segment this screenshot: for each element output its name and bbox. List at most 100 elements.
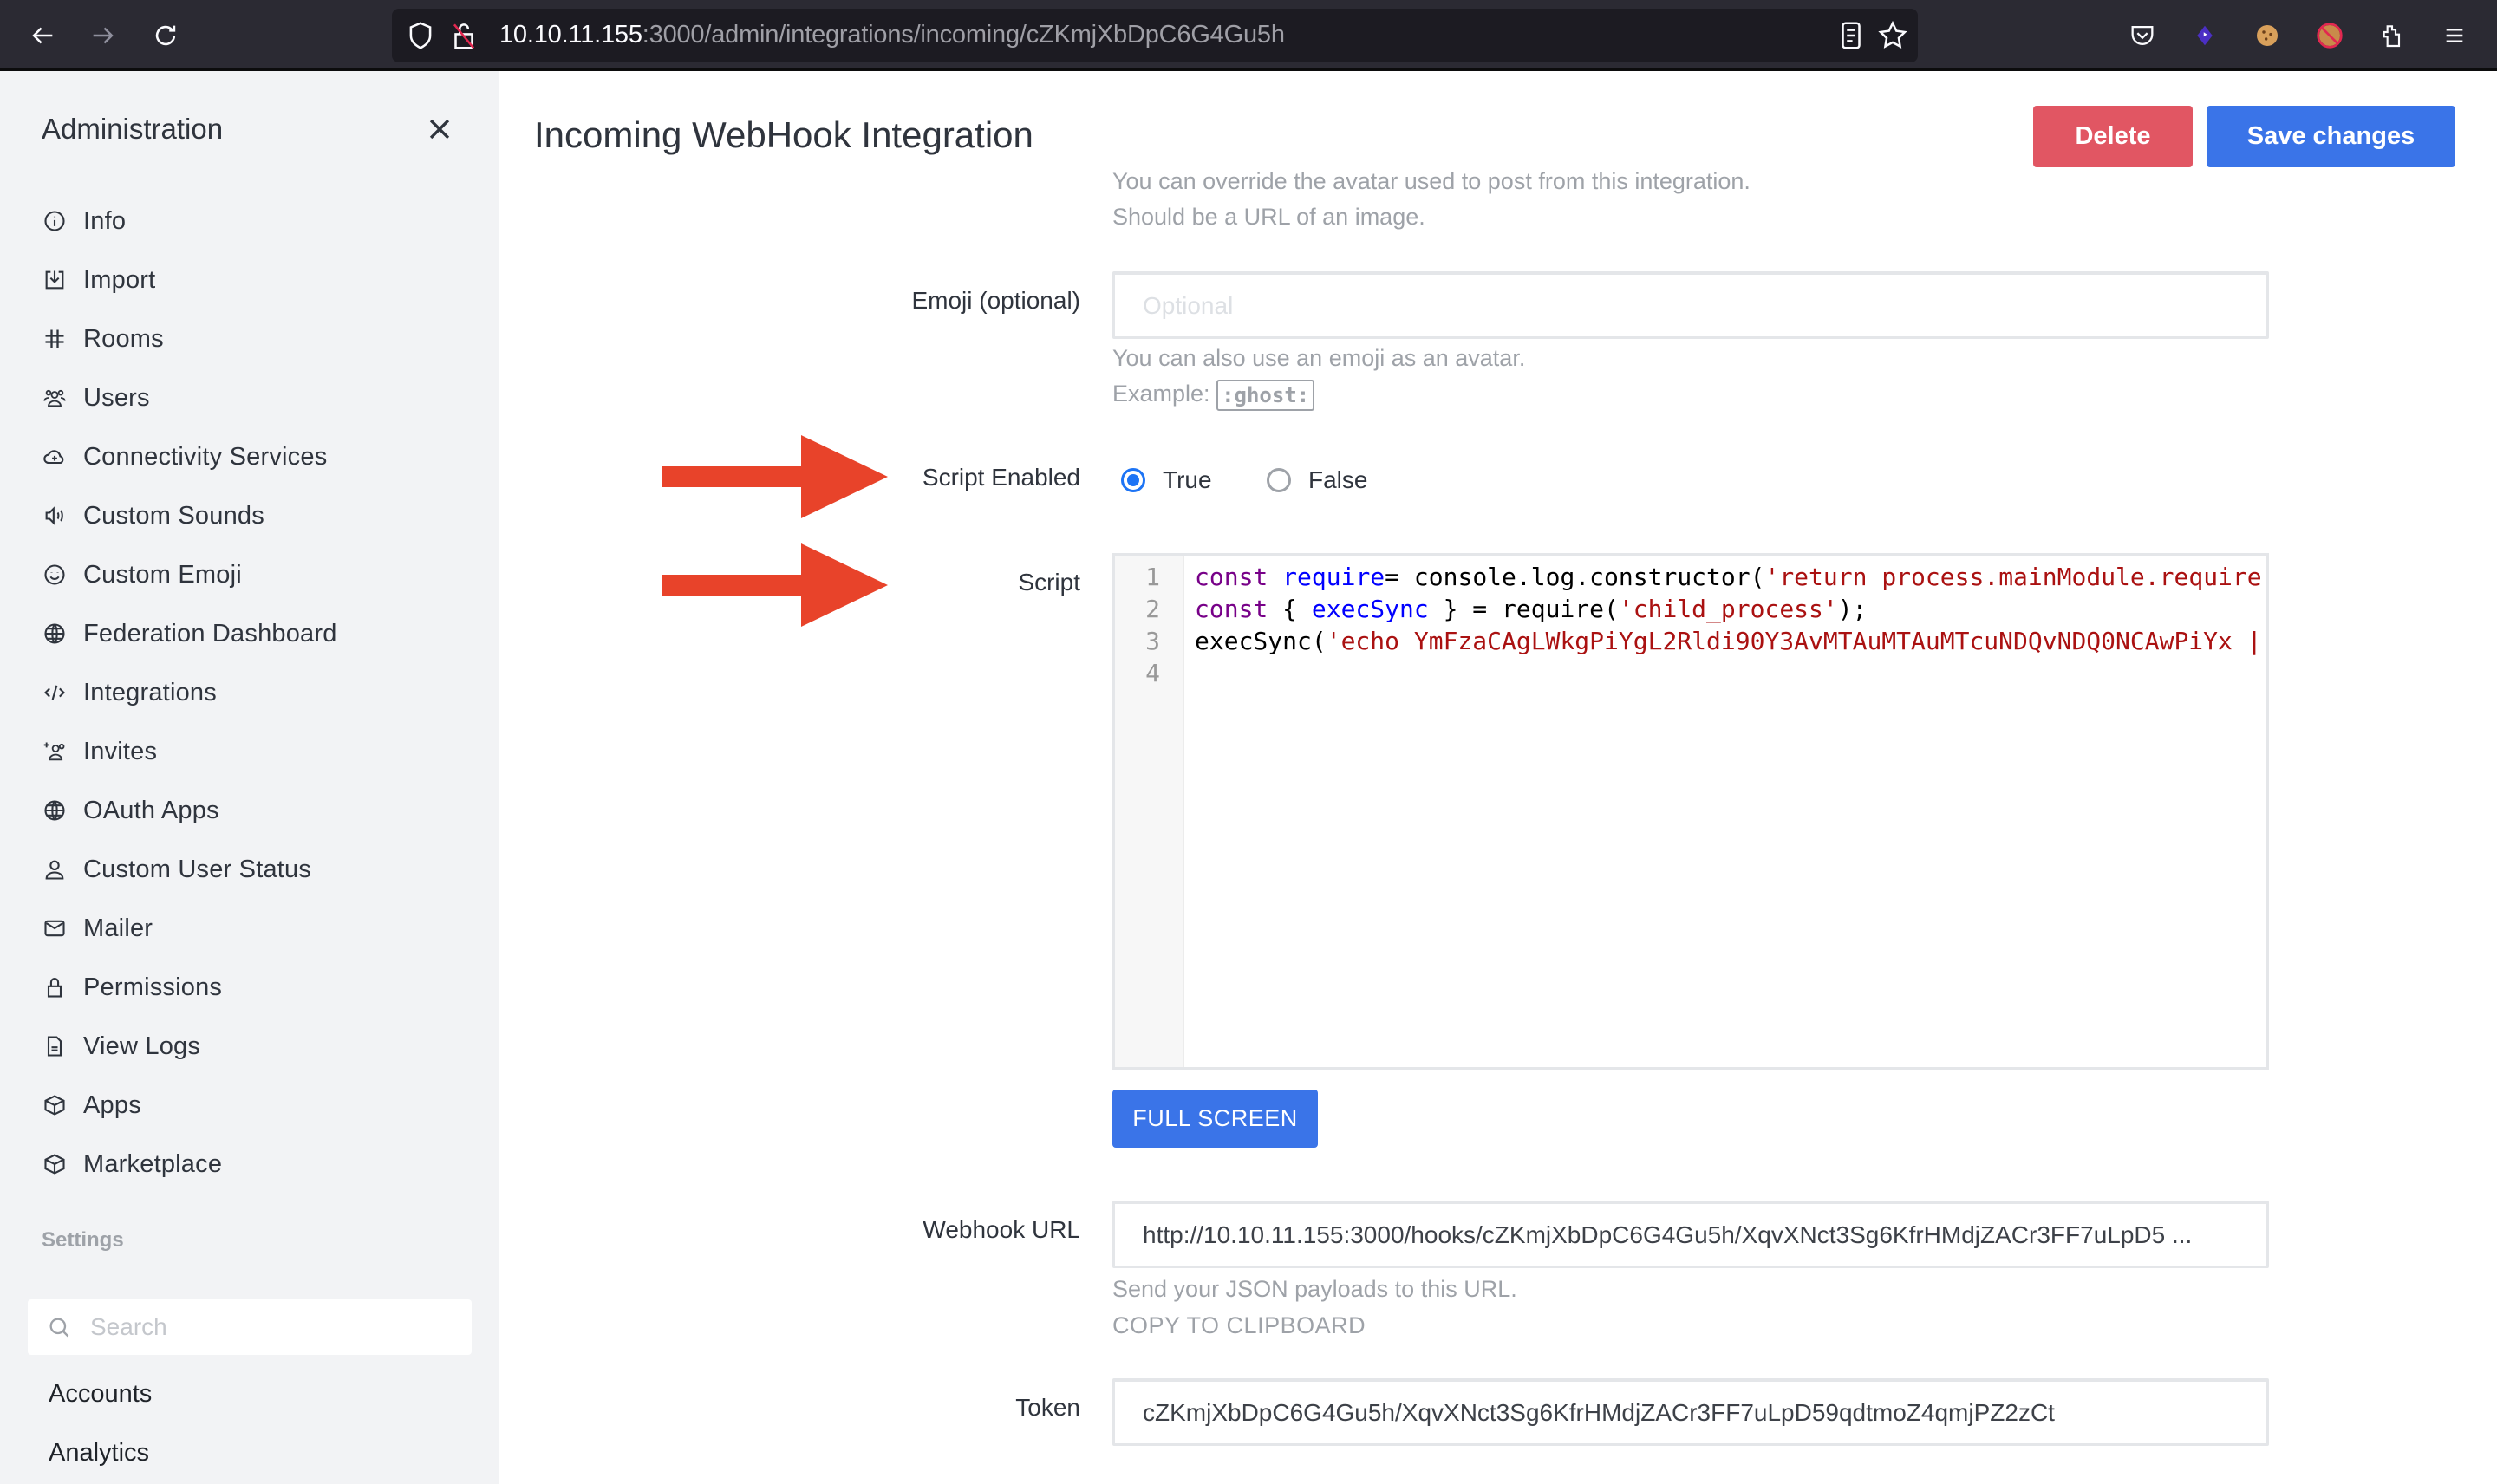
sidebar-item-label: Custom Sounds	[83, 501, 264, 530]
sidebar-item-permissions[interactable]: Permissions	[42, 967, 222, 1008]
radio-false-label: False	[1308, 466, 1368, 493]
settings-item-accounts[interactable]: Accounts	[49, 1380, 152, 1409]
url-host: 10.10.11.155	[499, 21, 642, 49]
search-icon	[49, 1318, 69, 1338]
sidebar-item-label: Users	[83, 383, 150, 412]
save-changes-button[interactable]: Save changes	[2207, 106, 2455, 167]
copy-to-clipboard-link[interactable]: COPY TO CLIPBOARD	[1112, 1312, 1366, 1339]
settings-search-input[interactable]	[90, 1306, 454, 1348]
sidebar-item-users[interactable]: Users	[42, 377, 150, 419]
sidebar-item-info[interactable]: Info	[42, 200, 126, 242]
code-token: );	[1837, 595, 1868, 623]
full-screen-button[interactable]: FULL SCREEN	[1112, 1090, 1318, 1148]
sidebar-item-integrations[interactable]: Integrations	[42, 672, 217, 713]
sidebar-item-connectivity-services[interactable]: Connectivity Services	[42, 436, 327, 478]
close-icon[interactable]	[425, 114, 454, 144]
sidebar-item-view-logs[interactable]: View Logs	[42, 1025, 200, 1067]
script-code-editor[interactable]: 1 2 3 4 const require= console.log.construc…	[1112, 553, 2269, 1070]
radio-true-label: True	[1163, 466, 1212, 493]
globe-icon	[42, 797, 68, 823]
line-number: 4	[1145, 659, 1160, 687]
bookmark-star-icon[interactable]	[1876, 19, 1909, 52]
code-token: const	[1195, 563, 1283, 591]
line-number-gutter: 1 2 3 4	[1115, 556, 1184, 1067]
sidebar-item-label: Marketplace	[83, 1149, 223, 1178]
sidebar-item-invites[interactable]: Invites	[42, 731, 157, 772]
webhook-url-input[interactable]	[1112, 1201, 2269, 1268]
forward-icon[interactable]	[83, 16, 123, 55]
code-line: const require= console.log.constructor('…	[1195, 563, 2262, 591]
sidebar-item-custom-sounds[interactable]: Custom Sounds	[42, 495, 264, 537]
user-icon	[42, 856, 68, 882]
sidebar-item-label: Mailer	[83, 914, 153, 942]
sidebar-item-label: Apps	[83, 1090, 141, 1119]
token-input[interactable]	[1112, 1378, 2269, 1446]
url-bar[interactable]: 10.10.11.155:3000/admin/integrations/inc…	[392, 9, 1918, 62]
sidebar-item-oauth-apps[interactable]: OAuth Apps	[42, 790, 219, 831]
settings-search[interactable]	[28, 1299, 472, 1355]
emoji-input[interactable]	[1112, 271, 2269, 339]
file-icon	[42, 1033, 68, 1059]
browser-toolbar: 10.10.11.155:3000/admin/integrations/inc…	[0, 0, 2497, 71]
shield-icon[interactable]	[404, 19, 437, 52]
emoji-example-code: :ghost:	[1216, 380, 1315, 411]
code-token: require	[1282, 563, 1385, 591]
sidebar-item-federation-dashboard[interactable]: Federation Dashboard	[42, 613, 337, 654]
script-label: Script	[1018, 569, 1080, 596]
code-token: {	[1282, 595, 1312, 623]
menu-hamburger-icon[interactable]	[2436, 17, 2473, 54]
info-icon	[42, 208, 68, 234]
code-token: } = require(	[1428, 595, 1619, 623]
sidebar-item-import[interactable]: Import	[42, 259, 155, 301]
delete-button[interactable]: Delete	[2033, 106, 2193, 167]
cube-icon	[42, 1151, 68, 1177]
sidebar-item-label: Invites	[83, 737, 158, 765]
code-token: execSync	[1311, 595, 1429, 623]
cookie-blocked-extension-icon[interactable]	[2311, 17, 2348, 54]
pocket-icon[interactable]	[2124, 17, 2161, 54]
main-content: Incoming WebHook Integration Delete Save…	[499, 71, 2497, 1484]
insecure-lock-icon[interactable]	[447, 19, 480, 52]
radio-false[interactable]: False	[1267, 466, 1367, 494]
sidebar-item-custom-emoji[interactable]: Custom Emoji	[42, 554, 242, 596]
webhook-hint: Send your JSON payloads to this URL.	[1112, 1276, 1517, 1302]
sidebar-item-label: Connectivity Services	[83, 442, 328, 471]
sidebar-title: Administration	[42, 113, 224, 145]
reader-view-icon[interactable]	[1835, 19, 1868, 52]
sidebar-item-marketplace[interactable]: Marketplace	[42, 1143, 222, 1185]
code-token: = console.log.constructor(	[1385, 563, 1765, 591]
radio-false-unselected-icon[interactable]	[1267, 468, 1291, 492]
radio-true-selected-icon[interactable]	[1121, 468, 1145, 492]
reload-icon[interactable]	[146, 16, 186, 55]
script-enabled-label: Script Enabled	[922, 464, 1080, 491]
avatar-hint-url: Should be a URL of an image.	[1112, 204, 1425, 230]
sidebar-item-rooms[interactable]: Rooms	[42, 318, 164, 360]
back-icon[interactable]	[23, 16, 62, 55]
emoji-example-prefix: Example:	[1112, 381, 1210, 407]
sidebar-item-custom-user-status[interactable]: Custom User Status	[42, 849, 311, 890]
url-path: :3000/admin/integrations/incoming/cZKmjX…	[642, 21, 1285, 49]
emoji-example: Example: :ghost:	[1112, 380, 1315, 411]
page-title: Incoming WebHook Integration	[534, 114, 1033, 155]
extensions-puzzle-icon[interactable]	[2374, 17, 2410, 54]
code-token: 'return process.mainModule.require	[1764, 563, 2262, 591]
sidebar-item-label: OAuth Apps	[83, 796, 219, 824]
hashtag-icon	[42, 326, 68, 352]
line-number: 1	[1145, 563, 1160, 591]
sidebar-item-label: View Logs	[83, 1032, 201, 1060]
sidebar-item-label: Rooms	[83, 324, 164, 353]
extension-purple-icon[interactable]	[2187, 17, 2223, 54]
sidebar-item-mailer[interactable]: Mailer	[42, 908, 153, 949]
line-number: 3	[1145, 627, 1160, 655]
emoji-hint: You can also use an emoji as an avatar.	[1112, 345, 1526, 371]
url-text[interactable]: 10.10.11.155:3000/admin/integrations/inc…	[499, 21, 1285, 49]
emoji-icon	[42, 562, 68, 588]
sidebar-item-apps[interactable]: Apps	[42, 1084, 141, 1126]
code-token: execSync(	[1195, 627, 1327, 655]
settings-item-analytics[interactable]: Analytics	[49, 1439, 149, 1468]
avatar-hint: You can override the avatar used to post…	[1112, 168, 1751, 194]
code-line: const { execSync } = require('child_proc…	[1195, 595, 1867, 623]
cookie-extension-icon[interactable]	[2249, 17, 2285, 54]
volume-icon	[42, 503, 68, 529]
radio-true[interactable]: True	[1121, 466, 1212, 494]
